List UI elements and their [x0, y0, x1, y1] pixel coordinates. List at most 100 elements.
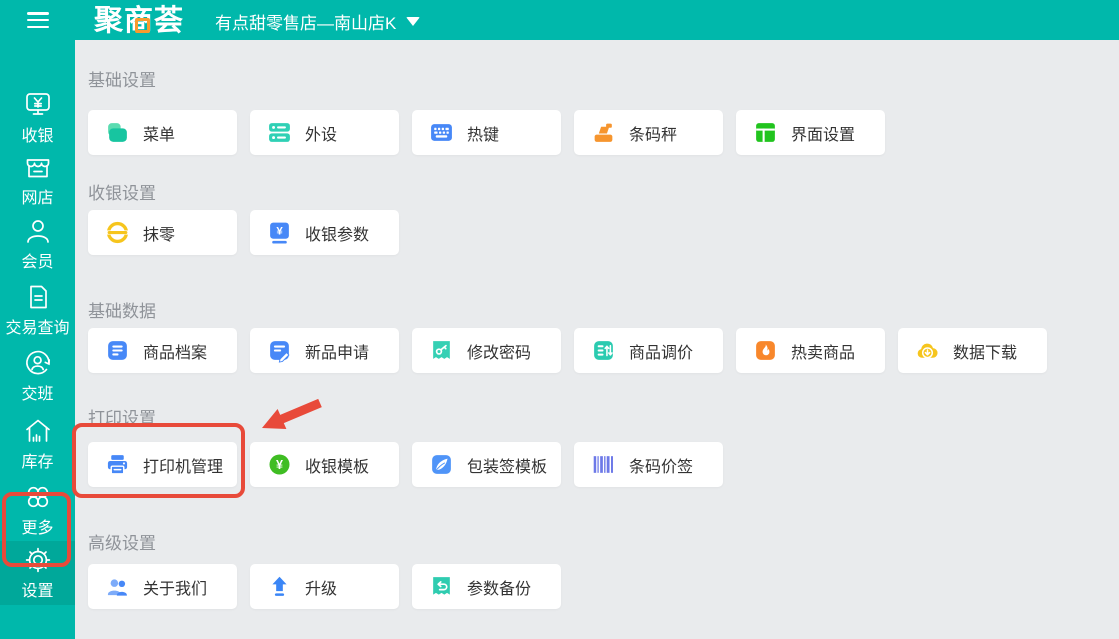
person-icon [23, 216, 53, 246]
settings-button-label: 菜单 [143, 126, 176, 144]
settings-button-label: 热键 [467, 126, 500, 144]
settings-button-label: 外设 [305, 126, 338, 144]
settings-button-about-us[interactable]: 关于我们 [88, 564, 237, 609]
logo-accent-mark [135, 18, 150, 33]
warehouse-icon [23, 416, 53, 446]
barcode-icon [591, 452, 616, 477]
edit-doc-icon [267, 338, 292, 363]
settings-button-label: 数据下载 [953, 344, 1018, 362]
settings-button-label: 收银参数 [305, 226, 370, 244]
key-badge-icon [429, 338, 454, 363]
settings-button-label: 商品档案 [143, 344, 208, 362]
people-icon [105, 574, 130, 599]
settings-button-label: 抹零 [143, 226, 176, 244]
sidebar-item-label: 收银 [21, 128, 54, 145]
store-name: 有点甜零售店—南山店K [215, 13, 397, 33]
printer-icon [105, 452, 130, 477]
settings-button-upgrade[interactable]: 升级 [250, 564, 399, 609]
settings-button-barcode-price-tag[interactable]: 条码价签 [574, 442, 723, 487]
document-icon [23, 282, 53, 312]
sidebar-item-label: 设置 [21, 583, 54, 600]
sidebar-item-label: 会员 [21, 254, 54, 271]
settings-button-label: 热卖商品 [791, 344, 856, 362]
settings-button-menu[interactable]: 菜单 [88, 110, 237, 155]
settings-button-label: 修改密码 [467, 344, 532, 362]
svg-text:¥: ¥ [276, 458, 283, 472]
section-title: 基础数据 [88, 302, 156, 321]
settings-button-hotkeys[interactable]: 热键 [412, 110, 561, 155]
settings-button-hot-products[interactable]: 热卖商品 [736, 328, 885, 373]
settings-button-label: 参数备份 [467, 580, 532, 598]
store-selector[interactable]: 有点甜零售店—南山店K [215, 9, 421, 33]
settings-button-peripherals[interactable]: 外设 [250, 110, 399, 155]
keyboard-icon [429, 120, 454, 145]
settings-button-param-backup[interactable]: 参数备份 [412, 564, 561, 609]
settings-button-new-product-request[interactable]: 新品申请 [250, 328, 399, 373]
sidebar-item-shift[interactable]: 交班 [0, 344, 75, 408]
settings-button-cashier-params[interactable]: ¥ 收银参数 [250, 210, 399, 255]
price-list-icon [591, 338, 616, 363]
settings-button-label: 新品申请 [305, 344, 370, 362]
section-title: 高级设置 [88, 534, 156, 553]
cashier-monitor-icon [23, 90, 53, 120]
settings-button-label: 界面设置 [791, 126, 856, 144]
sidebar-item-label: 网店 [21, 190, 54, 207]
hamburger-menu-icon[interactable] [27, 12, 49, 29]
flame-icon [753, 338, 778, 363]
sidebar-item-inventory[interactable]: 库存 [0, 412, 75, 476]
list-doc-icon [105, 338, 130, 363]
settings-button-barcode-scale[interactable]: 条码秤 [574, 110, 723, 155]
section-title: 基础设置 [88, 71, 156, 90]
yuan-circle-icon: ¥ [267, 452, 292, 477]
layers-icon [105, 120, 130, 145]
gear-icon [23, 545, 53, 575]
settings-page: 基础设置菜单 外设 热键 条码秤 界面设置收银设置抹零 ¥ 收银参数基础数据商品档案 新品申请… [75, 40, 1119, 639]
undo-badge-icon [429, 574, 454, 599]
sidebar-item-online-store[interactable]: 网店 [0, 148, 75, 212]
settings-button-printer-management[interactable]: 打印机管理 [88, 442, 237, 487]
sidebar-item-label: 更多 [21, 520, 54, 537]
grid-circles-icon [23, 482, 53, 512]
arrow-up-icon [267, 574, 292, 599]
chevron-down-icon [406, 16, 421, 26]
settings-button-package-label-template[interactable]: 包装签模板 [412, 442, 561, 487]
settings-button-data-download[interactable]: 数据下载 [898, 328, 1047, 373]
settings-button-change-password[interactable]: 修改密码 [412, 328, 561, 373]
cloud-download-icon [915, 338, 940, 363]
devices-icon [267, 120, 292, 145]
shift-rotate-icon [23, 348, 53, 378]
settings-button-price-adjust[interactable]: 商品调价 [574, 328, 723, 373]
coin-icon [105, 220, 130, 245]
settings-button-label: 条码价签 [629, 458, 694, 476]
settings-button-product-archive[interactable]: 商品档案 [88, 328, 237, 373]
section-title: 收银设置 [88, 184, 156, 203]
settings-button-label: 收银模板 [305, 458, 370, 476]
svg-text:¥: ¥ [276, 226, 283, 238]
layout-icon [753, 120, 778, 145]
scale-icon [591, 120, 616, 145]
app-logo: 聚商荟 [94, 3, 184, 39]
sidebar-item-transaction-query[interactable]: 交易查询 [0, 278, 75, 342]
sidebar-item-member[interactable]: 会员 [0, 212, 75, 276]
settings-button-label: 打印机管理 [143, 458, 224, 476]
settings-button-label: 关于我们 [143, 580, 208, 598]
settings-button-ui-settings[interactable]: 界面设置 [736, 110, 885, 155]
sidebar-item-label: 库存 [21, 454, 54, 471]
feather-icon [429, 452, 454, 477]
settings-button-label: 包装签模板 [467, 458, 548, 476]
sidebar: 收银网店会员交易查询交班库存更多设置 [0, 40, 75, 639]
settings-button-receipt-template[interactable]: ¥ 收银模板 [250, 442, 399, 487]
settings-button-label: 条码秤 [629, 126, 678, 144]
sidebar-item-label: 交易查询 [5, 320, 70, 337]
sidebar-item-cashier[interactable]: 收银 [0, 86, 75, 150]
settings-button-label: 升级 [305, 580, 338, 598]
sidebar-item-more[interactable]: 更多 [0, 478, 75, 542]
top-bar: 聚商荟 有点甜零售店—南山店K [0, 0, 1119, 40]
settings-button-label: 商品调价 [629, 344, 694, 362]
sidebar-item-settings[interactable]: 设置 [0, 541, 75, 605]
sidebar-item-label: 交班 [21, 386, 54, 403]
section-title: 打印设置 [88, 409, 156, 428]
storefront-icon [23, 152, 53, 182]
settings-button-rounding[interactable]: 抹零 [88, 210, 237, 255]
yuan-square-icon: ¥ [267, 220, 292, 245]
